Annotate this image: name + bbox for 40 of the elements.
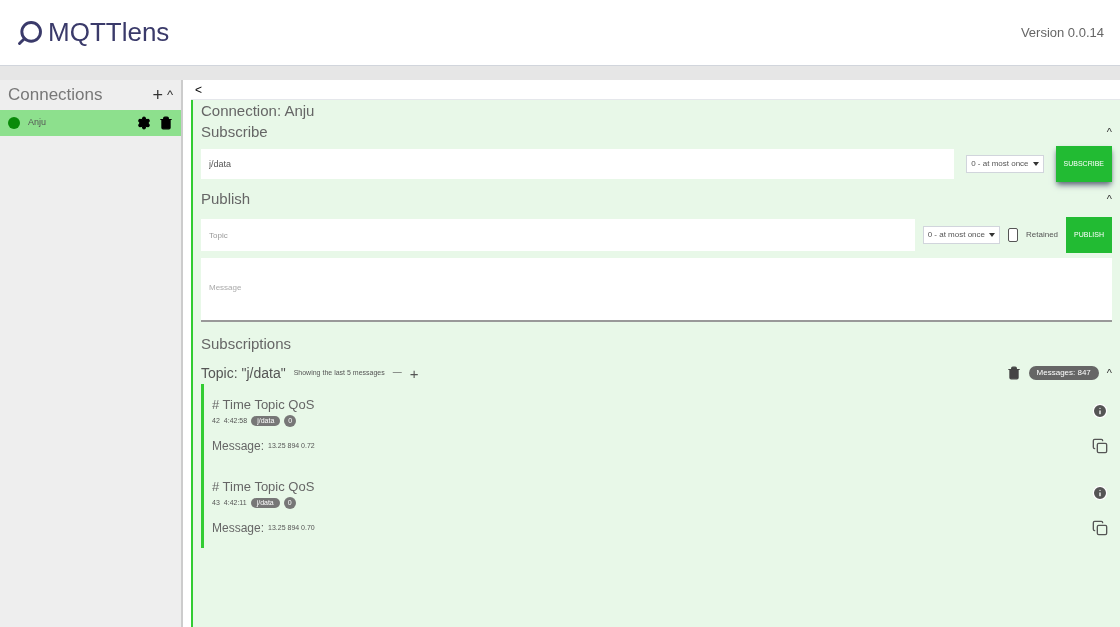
collapse-button[interactable]: ^ [1106, 190, 1112, 208]
delete-icon[interactable] [159, 116, 173, 130]
message-header: # Time Topic QoS [212, 396, 315, 415]
logo-icon [16, 18, 44, 47]
connection-title: Connection: Anju [201, 101, 316, 121]
publish-heading: Publish [201, 188, 251, 209]
app-title: MQTTlens [48, 16, 170, 49]
message-label: Message: [212, 437, 265, 455]
qos-select[interactable]: 0 - at most once [922, 226, 1000, 244]
settings-icon[interactable] [137, 116, 151, 130]
info-icon[interactable] [1092, 485, 1108, 501]
topic-field[interactable]: Topic [201, 219, 915, 251]
dropdown-icon [1032, 162, 1039, 166]
message-field[interactable]: Message [201, 258, 1112, 322]
message-header: # Time Topic QoS [212, 478, 315, 497]
message-count-badge: Messages: 847 [1028, 366, 1099, 380]
copy-icon[interactable] [1092, 519, 1108, 536]
qos-select[interactable]: 0 - at most once [966, 155, 1044, 173]
subscribe-heading: Subscribe [201, 121, 268, 142]
version-label: Version 0.0.14 [1020, 23, 1104, 42]
info-icon[interactable] [1092, 403, 1108, 419]
collapse-button[interactable]: ^ [166, 85, 173, 105]
dropdown-icon [989, 233, 995, 237]
decrease-button[interactable]: — [392, 366, 402, 380]
add-connection-button[interactable]: + [152, 81, 163, 109]
copy-icon[interactable] [1092, 437, 1108, 454]
sidebar-title: Connections [8, 84, 103, 107]
connection-item[interactable]: Anju [0, 110, 181, 136]
topic-field[interactable]: j/data [201, 149, 955, 179]
subscription-topic: Topic: "j/data" [201, 363, 286, 383]
collapse-button[interactable]: ^ [1106, 364, 1112, 382]
back-button[interactable]: < [195, 83, 202, 96]
retained-checkbox[interactable] [1008, 228, 1018, 242]
retained-label: Retained [1026, 229, 1059, 241]
increase-button[interactable]: + [409, 365, 419, 381]
subscriptions-heading: Subscriptions [201, 334, 293, 354]
collapse-button[interactable]: ^ [1106, 123, 1112, 141]
connection-name: Anju [28, 116, 47, 130]
message-label: Message: [212, 519, 265, 537]
delete-icon[interactable] [1006, 366, 1021, 380]
